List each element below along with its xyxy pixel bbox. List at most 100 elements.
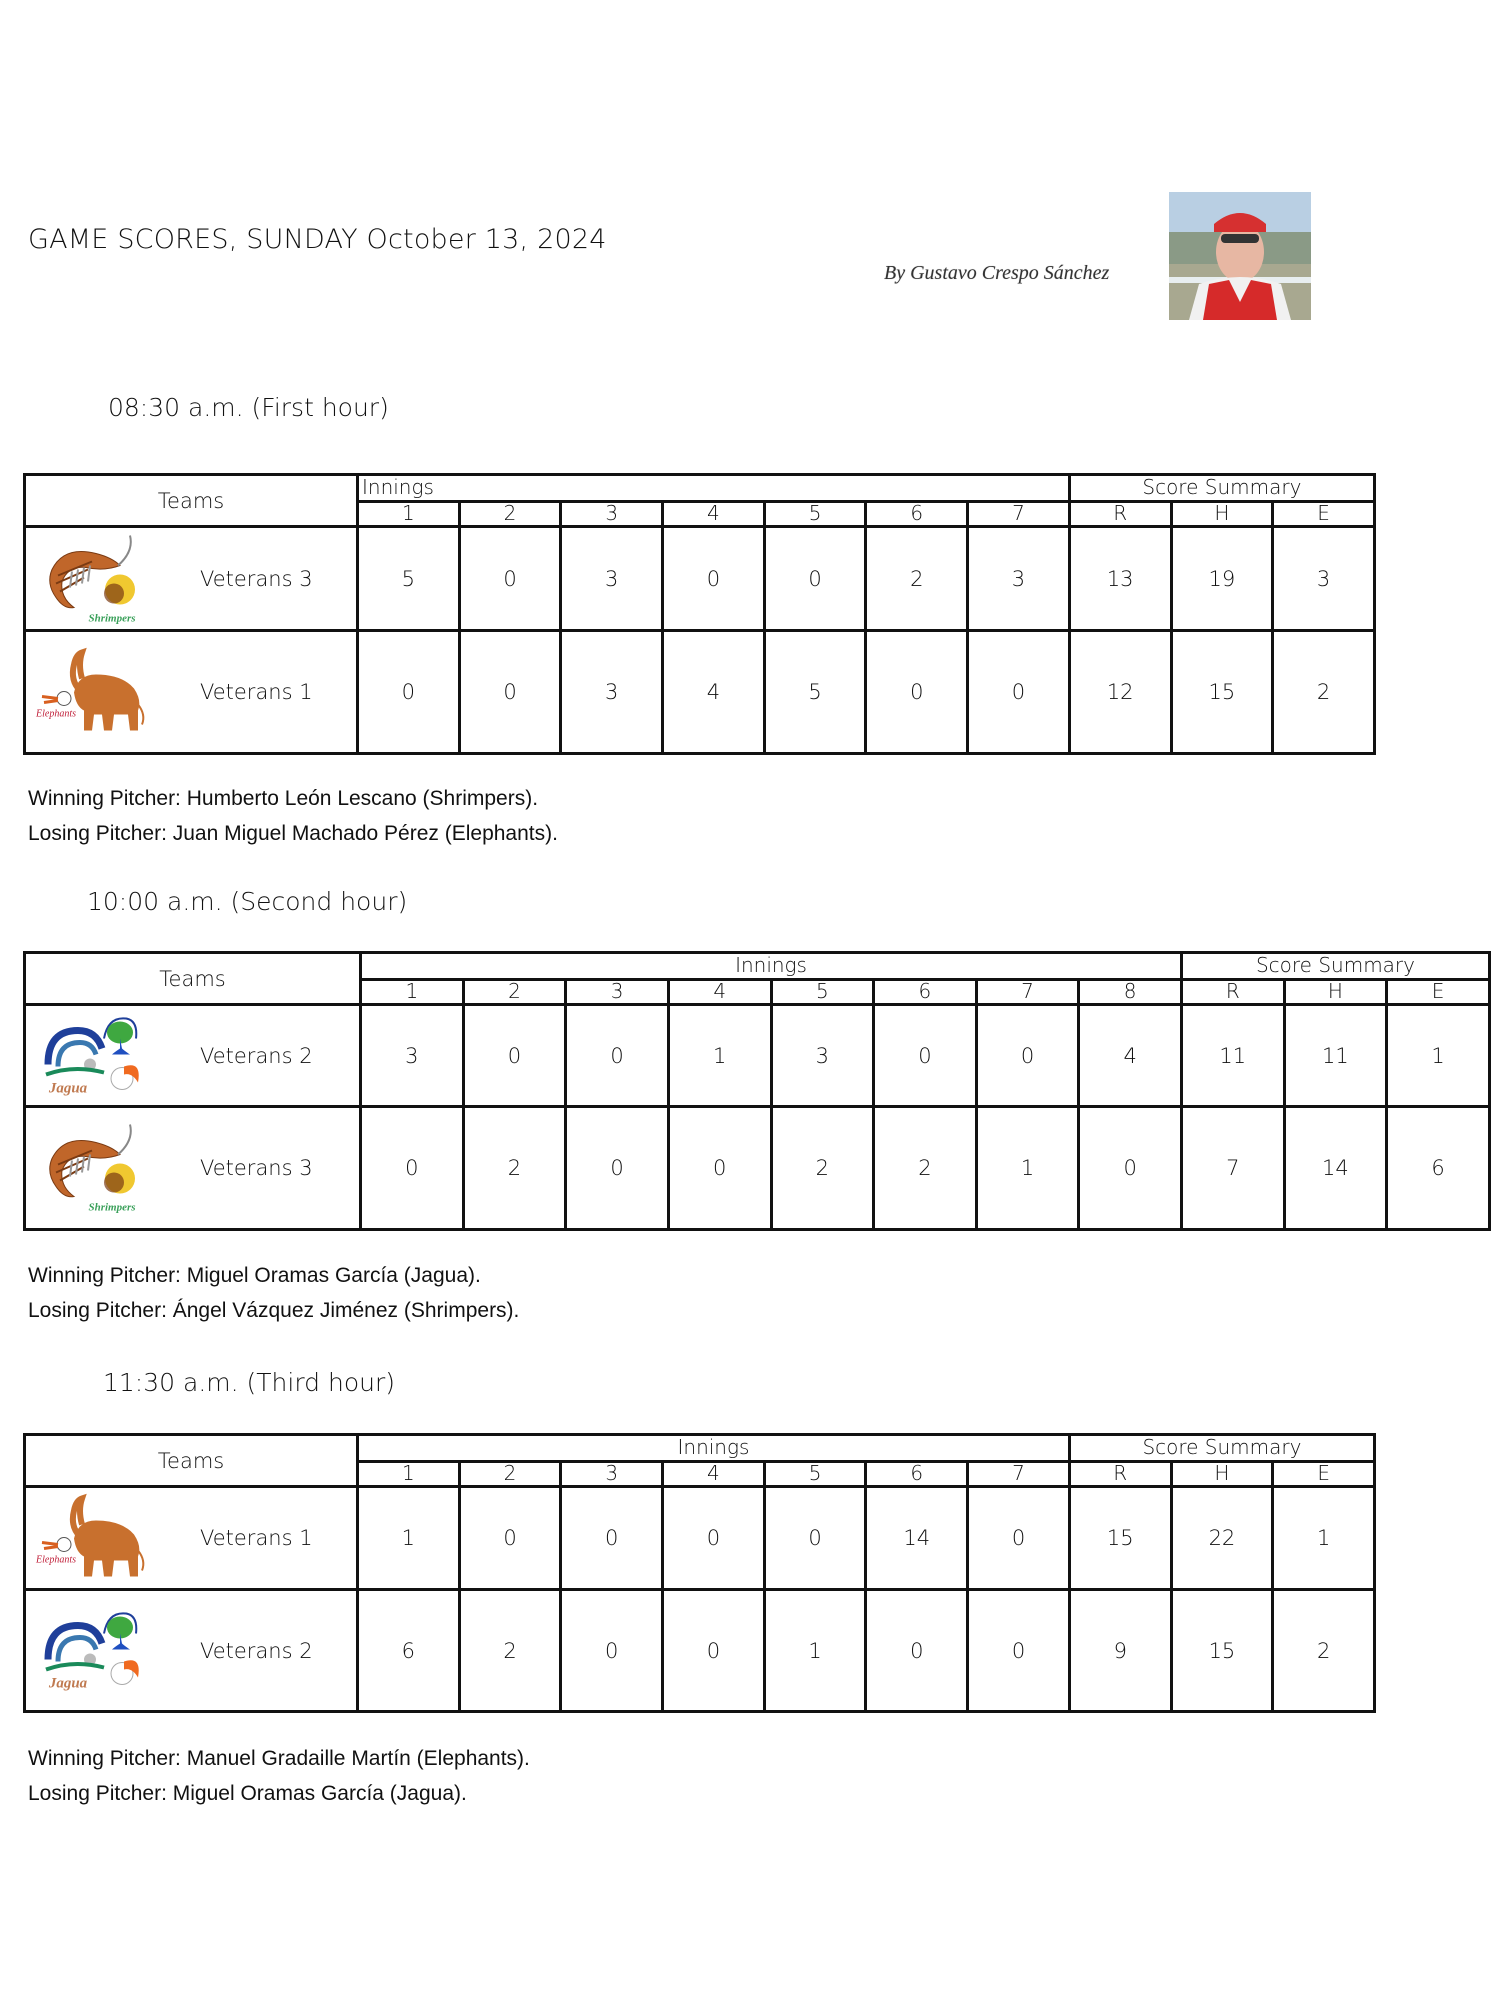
errors-header: E (1271, 500, 1376, 528)
winning-pitcher: Winning Pitcher: Humberto León Lescano (… (28, 787, 539, 810)
runs-total: 15 (1067, 1485, 1173, 1591)
team-name: Veterans 2 (200, 1638, 313, 1663)
inning-header: 2 (457, 1460, 563, 1488)
author-byline: By Gustavo Crespo Sánchez (884, 262, 1110, 284)
inning-score: 2 (461, 1105, 568, 1231)
runs-header: R (1067, 500, 1173, 528)
inning-header: 1 (356, 1460, 461, 1488)
inning-score: 0 (864, 1588, 970, 1713)
table-row: Shrimpers Veterans 3 5 0 3 0 0 2 3 13 19… (23, 525, 1376, 632)
inning-score: 0 (359, 1105, 465, 1231)
inning-header: 5 (762, 1460, 868, 1488)
hits-total: 15 (1169, 629, 1275, 755)
inning-score: 2 (872, 1105, 978, 1231)
score-summary-header: Score Summary (1067, 1433, 1377, 1463)
inning-score: 0 (461, 1003, 568, 1108)
inning-score: 0 (559, 1485, 665, 1591)
runs-header: R (1067, 1460, 1173, 1488)
team-cell: Elephants Veterans 1 (23, 1485, 359, 1591)
inning-header: 1 (359, 978, 465, 1006)
inning-score: 0 (864, 629, 970, 755)
inning-header: 4 (666, 978, 773, 1006)
inning-score: 1 (356, 1485, 461, 1591)
team-name: Veterans 1 (200, 1526, 313, 1550)
table-row: Jagua Veterans 2 3 0 0 1 3 0 0 4 11 11 1 (22, 1003, 1491, 1108)
team-cell: Shrimpers Veterans 3 (22, 1105, 363, 1231)
inning-score: 3 (559, 629, 665, 755)
teams-header: Teams (22, 951, 363, 1006)
team-cell: Jagua Veterans 2 (22, 1003, 363, 1108)
losing-pitcher: Losing Pitcher: Miguel Oramas García (Ja… (28, 1782, 467, 1805)
team-cell: Jagua Veterans 2 (23, 1588, 359, 1713)
team-name: Veterans 2 (200, 1043, 313, 1068)
scoreboard-table: Teams Innings Score Summary 1 2 3 4 5 6 … (22, 951, 1492, 1231)
hits-header: H (1169, 500, 1275, 528)
inning-header: 5 (762, 500, 868, 528)
inning-header: 6 (864, 500, 970, 528)
jagua-logo-icon: Jagua (34, 1603, 159, 1698)
hits-header: H (1169, 1460, 1275, 1488)
scoreboard-table: Teams Innings Score Summary 1 2 3 4 5 6 … (23, 1433, 1377, 1713)
hits-total: 14 (1282, 1105, 1389, 1231)
svg-text:Elephants: Elephants (35, 709, 76, 720)
inning-score: 0 (1077, 1105, 1183, 1231)
inning-score: 0 (661, 525, 766, 632)
runs-total: 11 (1179, 1003, 1286, 1108)
inning-header: 2 (457, 500, 563, 528)
inning-header: 4 (661, 500, 766, 528)
inning-score: 0 (872, 1003, 978, 1108)
inning-score: 0 (966, 1588, 1071, 1713)
winning-pitcher: Winning Pitcher: Manuel Gradaille Martín… (28, 1747, 530, 1770)
inning-score: 3 (559, 525, 665, 632)
inning-score: 0 (966, 1485, 1071, 1591)
shrimpers-logo-icon: Shrimpers (34, 531, 159, 626)
inning-score: 3 (769, 1003, 876, 1108)
inning-header: 7 (974, 978, 1081, 1006)
inning-header: 7 (966, 500, 1071, 528)
runs-total: 9 (1067, 1588, 1173, 1713)
author-photo (1169, 192, 1311, 320)
inning-score: 0 (666, 1105, 773, 1231)
inning-header: 4 (661, 1460, 766, 1488)
inning-score: 0 (564, 1003, 670, 1108)
teams-header: Teams (23, 473, 359, 528)
errors-total: 6 (1385, 1105, 1491, 1231)
inning-score: 0 (661, 1588, 766, 1713)
elephants-logo-icon: Elephants (34, 1491, 159, 1586)
inning-score: 1 (974, 1105, 1081, 1231)
hits-total: 15 (1169, 1588, 1275, 1713)
innings-header: Innings (359, 951, 1183, 981)
inning-score: 6 (356, 1588, 461, 1713)
score-summary-header: Score Summary (1067, 473, 1376, 503)
inning-header: 8 (1077, 978, 1183, 1006)
svg-text:Jagua: Jagua (48, 1675, 88, 1691)
teams-header: Teams (23, 1433, 359, 1488)
runs-total: 13 (1067, 525, 1173, 632)
inning-score: 0 (356, 629, 461, 755)
game-heading: 10:00 a.m. (Second hour) (87, 887, 408, 916)
inning-score: 2 (864, 525, 970, 632)
inning-score: 0 (661, 1485, 766, 1591)
inning-score: 0 (457, 1485, 563, 1591)
inning-score: 0 (457, 525, 563, 632)
errors-total: 1 (1385, 1003, 1491, 1108)
runs-total: 12 (1067, 629, 1173, 755)
inning-header: 5 (769, 978, 876, 1006)
inning-score: 4 (1077, 1003, 1183, 1108)
errors-header: E (1385, 978, 1491, 1006)
losing-pitcher: Losing Pitcher: Ángel Vázquez Jiménez (S… (28, 1299, 520, 1322)
inning-score: 2 (457, 1588, 563, 1713)
inning-score: 0 (559, 1588, 665, 1713)
errors-total: 1 (1271, 1485, 1376, 1591)
inning-header: 1 (356, 500, 461, 528)
inning-score: 14 (864, 1485, 970, 1591)
inning-header: 2 (461, 978, 568, 1006)
errors-total: 3 (1271, 525, 1376, 632)
inning-score: 0 (966, 629, 1071, 755)
inning-header: 6 (872, 978, 978, 1006)
innings-header: Innings (356, 1433, 1071, 1463)
page-title: GAME SCORES, SUNDAY October 13, 2024 (28, 224, 607, 255)
table-row: Elephants Veterans 1 0 0 3 4 5 0 0 12 15… (23, 629, 1376, 755)
inning-header: 3 (559, 500, 665, 528)
score-summary-header: Score Summary (1179, 951, 1492, 981)
